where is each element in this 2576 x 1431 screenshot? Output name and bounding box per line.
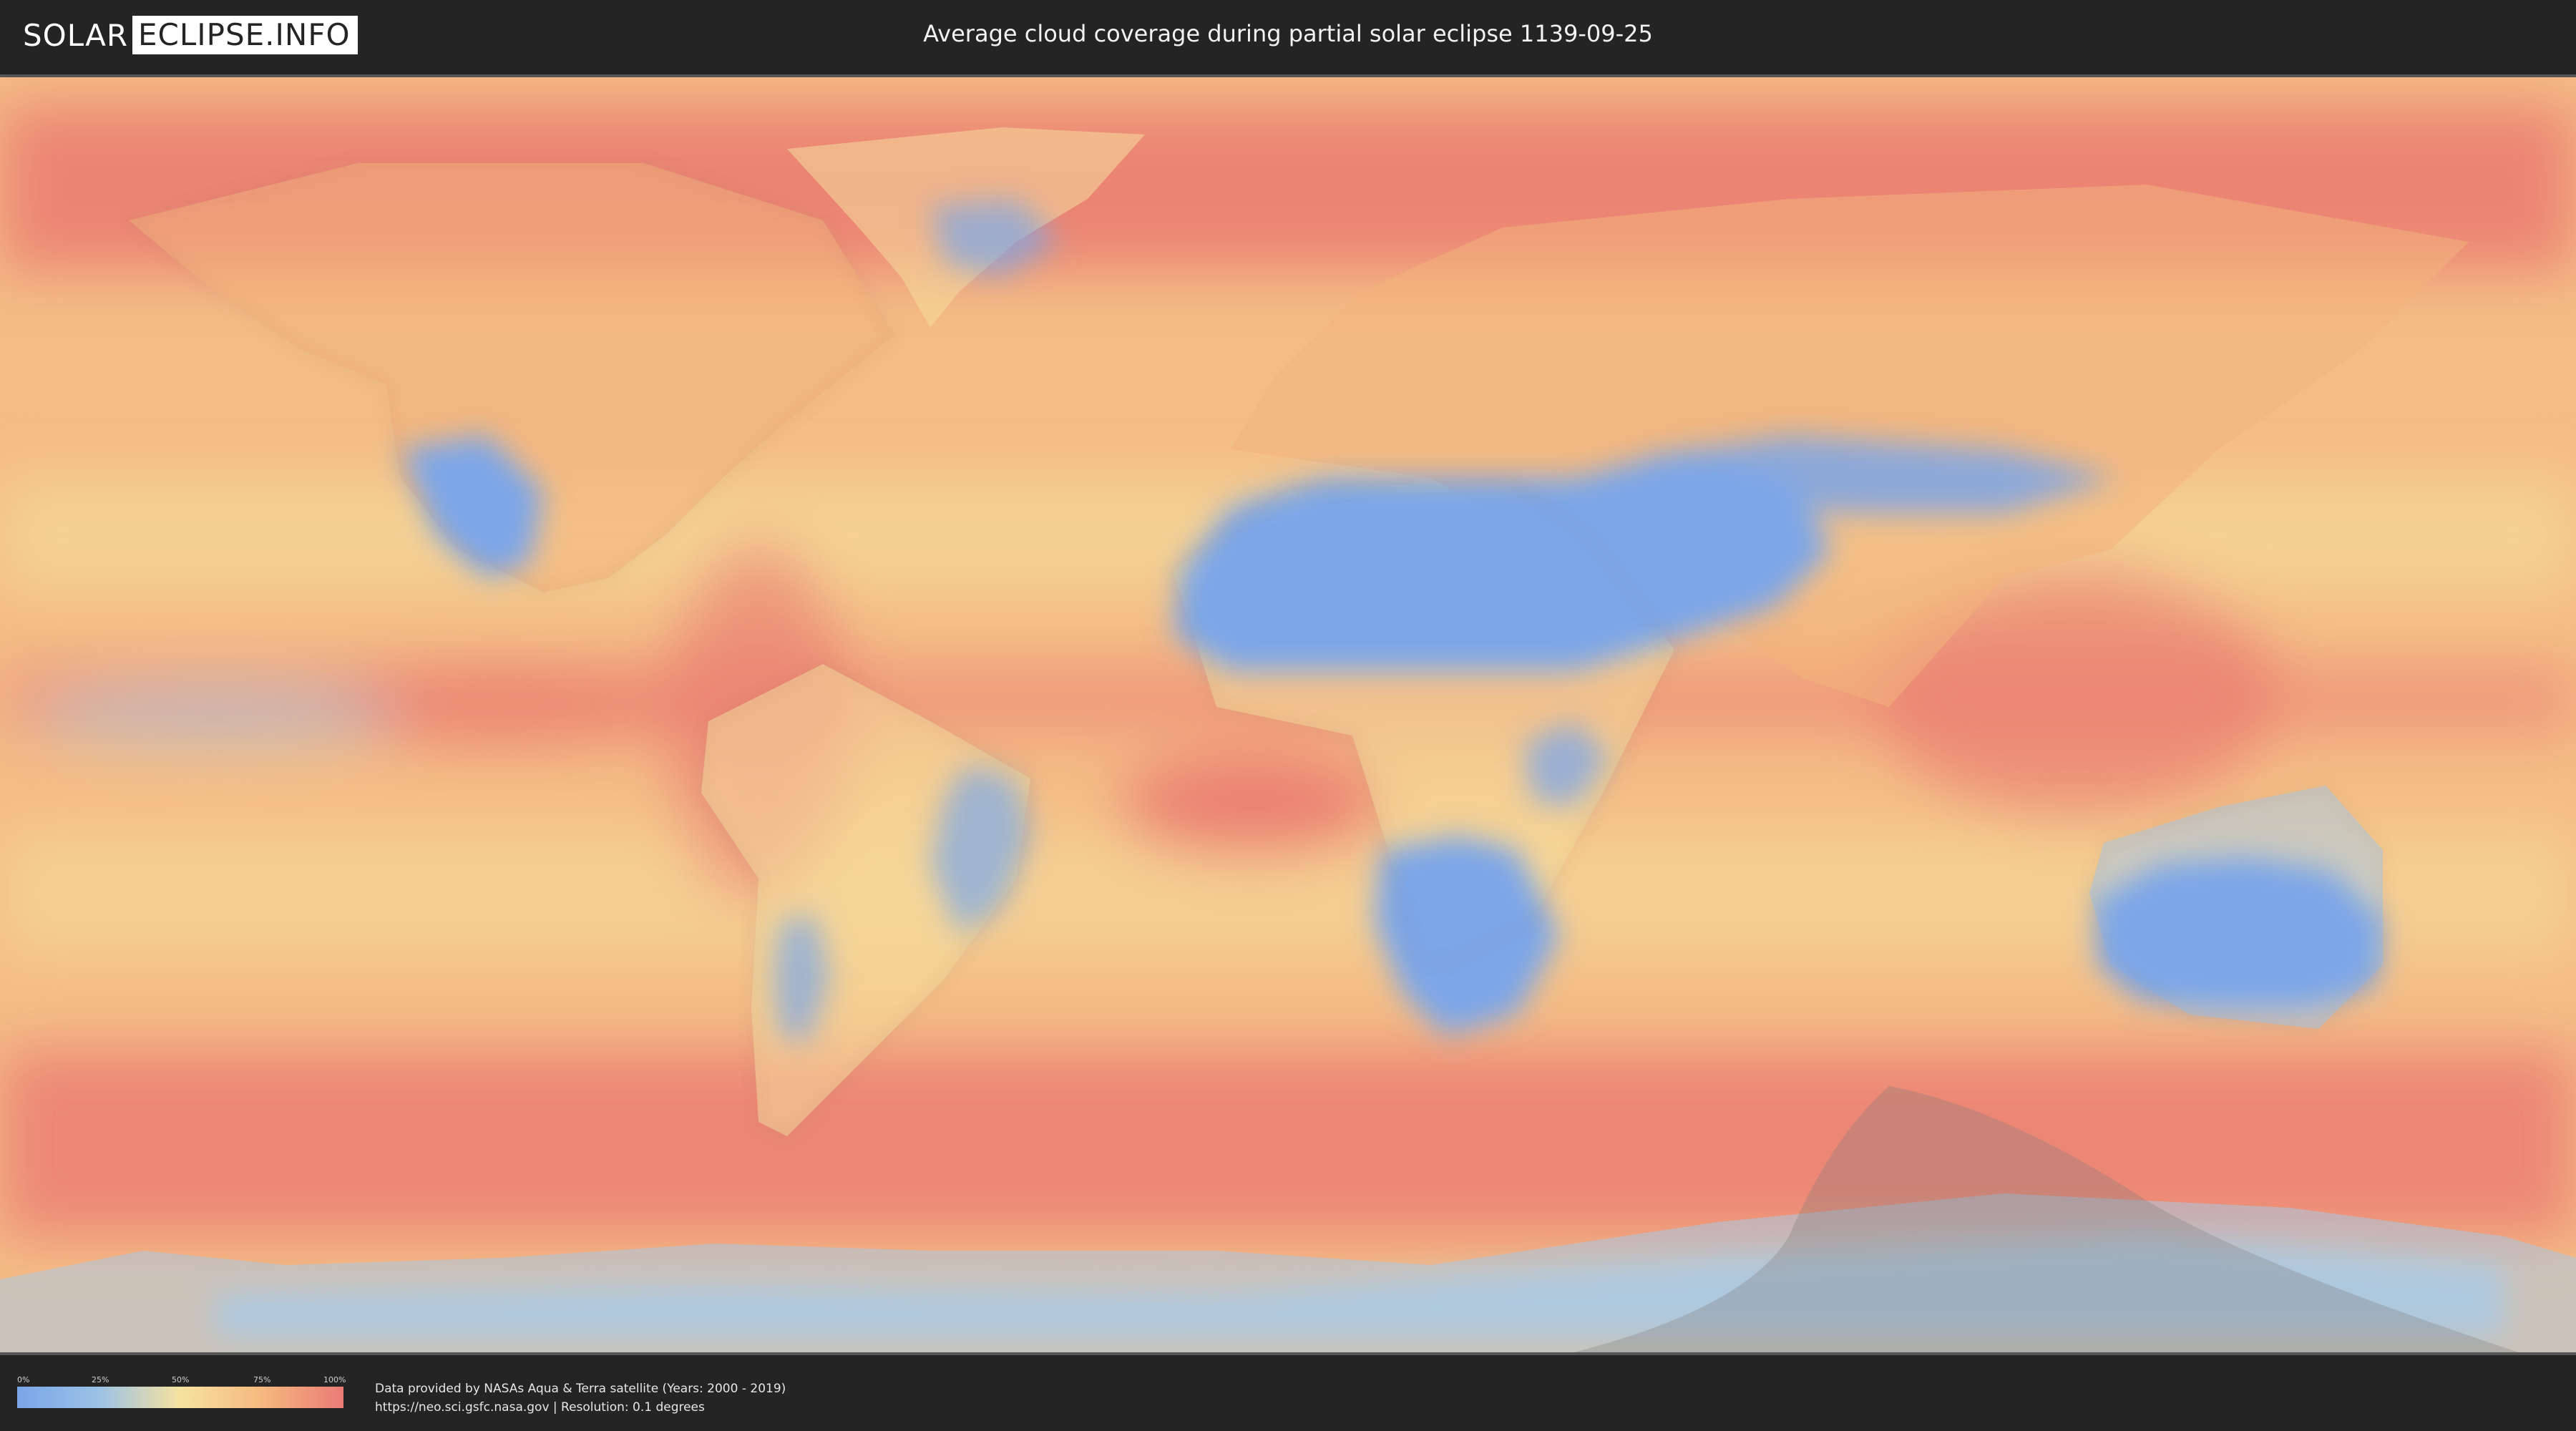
legend-ticks: 0% 25% 50% 75% 100% xyxy=(17,1375,346,1385)
credit-line-2[interactable]: https://neo.sci.gsfc.nasa.gov | Resoluti… xyxy=(375,1398,786,1417)
page-title: Average cloud coverage during partial so… xyxy=(923,20,1653,47)
legend-tick-100: 100% xyxy=(323,1375,346,1384)
legend-tick-75: 75% xyxy=(253,1375,271,1384)
credit-line-1: Data provided by NASAs Aqua & Terra sate… xyxy=(375,1382,786,1396)
cloud-coverage-map[interactable] xyxy=(0,74,2576,1355)
world-map-svg xyxy=(0,77,2576,1352)
legend-tick-0: 0% xyxy=(17,1375,30,1384)
cloud-coverage-legend: 0% 25% 50% 75% 100% xyxy=(17,1375,346,1408)
data-credits: Data provided by NASAs Aqua & Terra sate… xyxy=(375,1379,786,1417)
legend-color-bar xyxy=(17,1387,343,1408)
australia-clear-region xyxy=(2097,857,2383,1007)
legend-tick-25: 25% xyxy=(92,1375,109,1384)
legend-tick-50: 50% xyxy=(172,1375,190,1384)
header: SOLAR ECLIPSE.INFO Average cloud coverag… xyxy=(0,0,2576,72)
footer: 0% 25% 50% 75% 100% Data provided by NAS… xyxy=(0,1357,2576,1431)
